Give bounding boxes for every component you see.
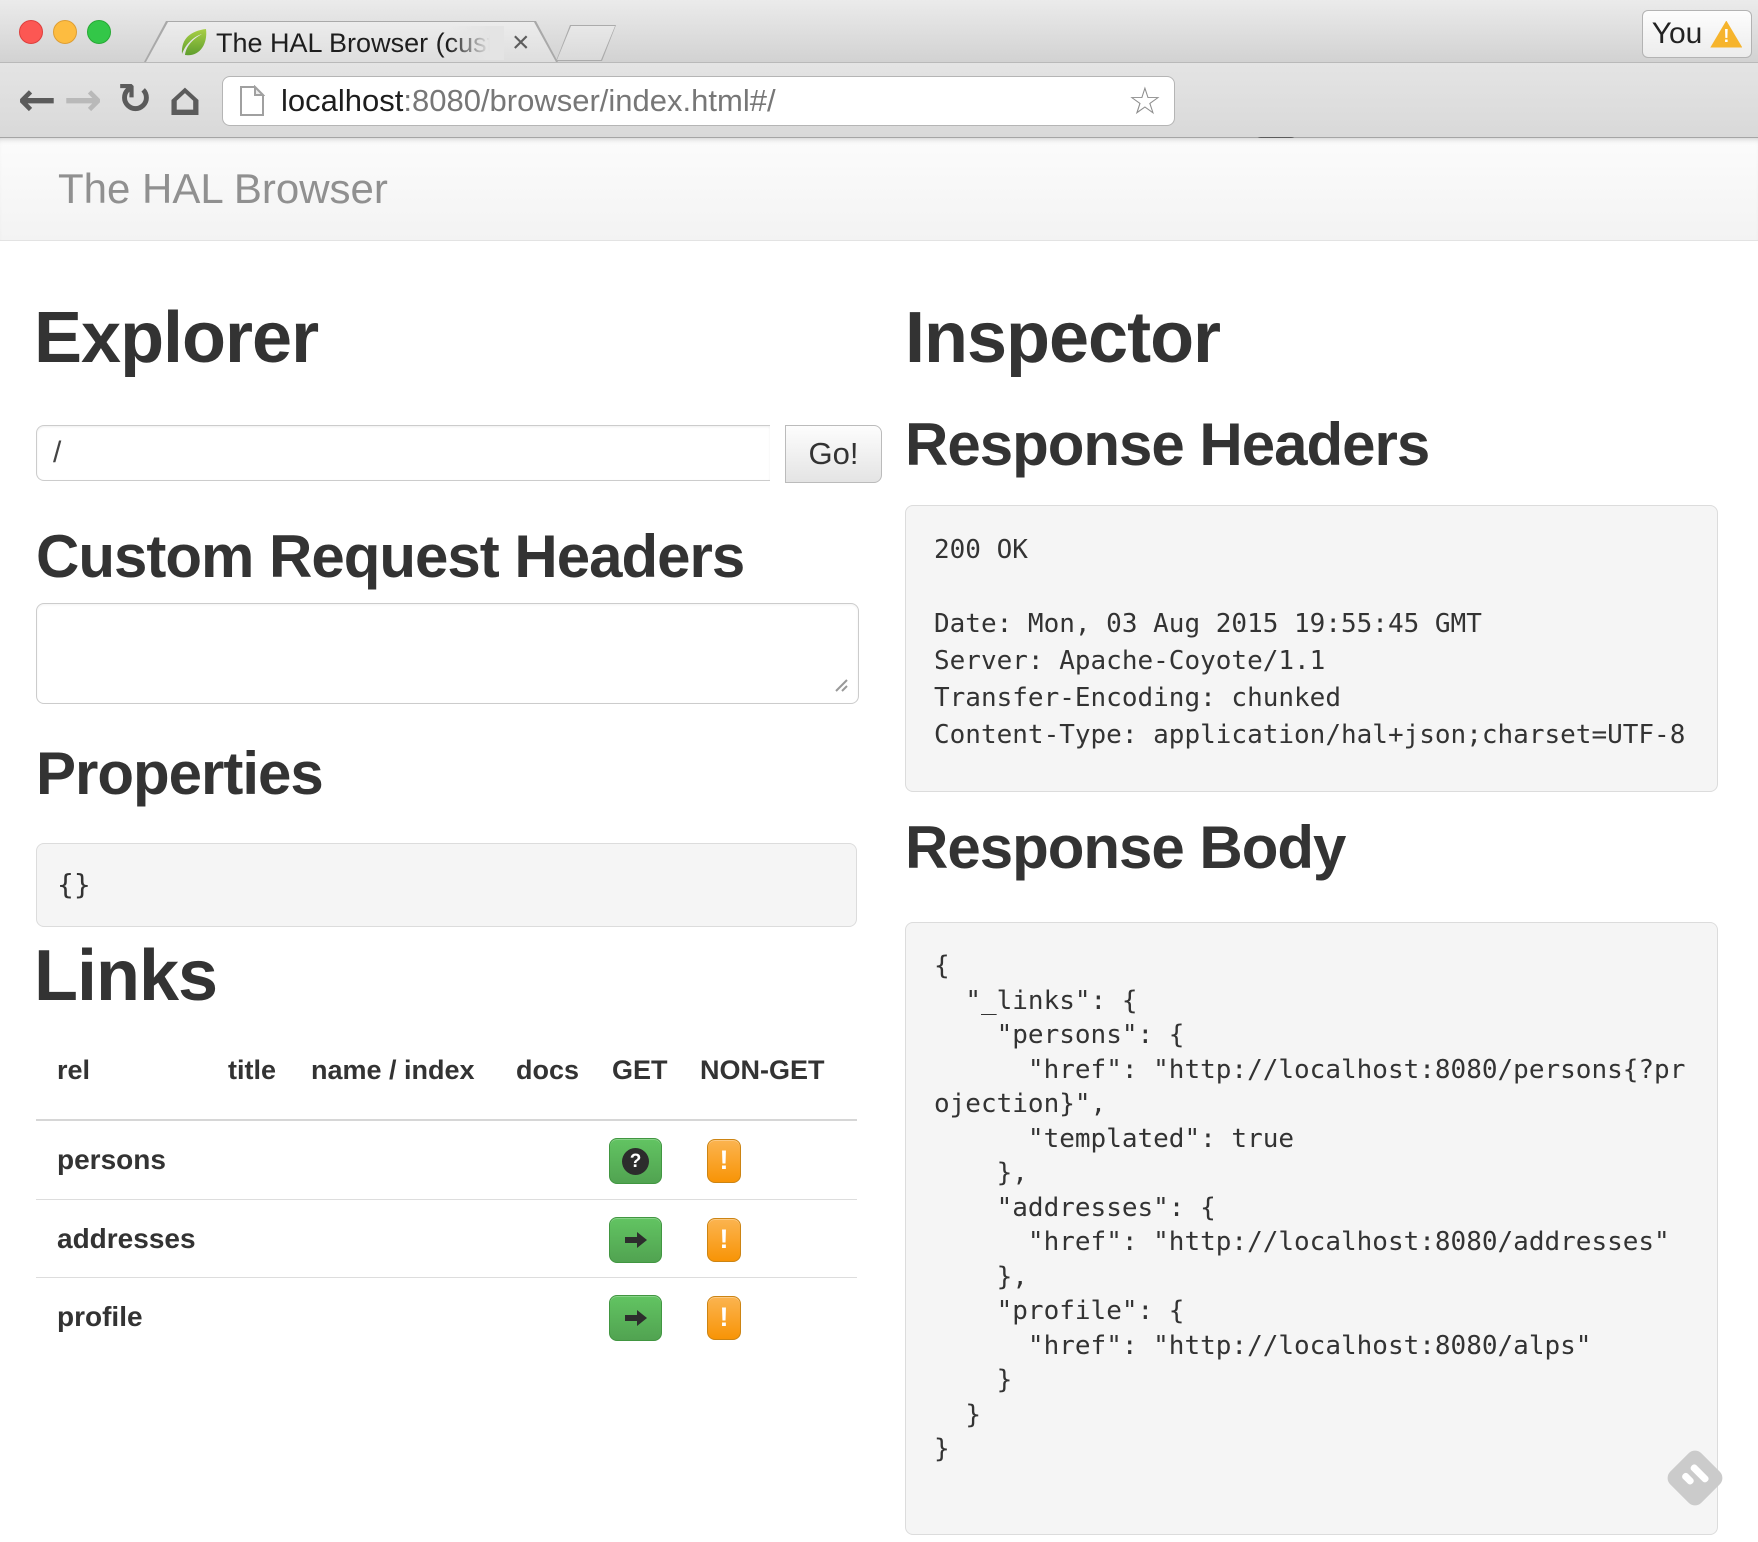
response-body-box: { "_links": { "persons": { "href": "http…: [905, 922, 1718, 1535]
table-row: profile !: [36, 1277, 857, 1356]
column-header-title: title: [228, 1055, 276, 1086]
non-get-button-persons[interactable]: !: [707, 1139, 741, 1183]
back-icon[interactable]: ←: [14, 63, 60, 137]
exclamation-icon: !: [720, 1145, 729, 1175]
profile-button[interactable]: You !: [1642, 10, 1752, 58]
column-header-docs: docs: [516, 1055, 579, 1086]
table-row: persons ? !: [36, 1121, 857, 1199]
response-headers-text: 200 OK Date: Mon, 03 Aug 2015 19:55:45 G…: [906, 506, 1717, 780]
spring-leaf-favicon: [178, 26, 210, 58]
tab-close-icon[interactable]: ×: [512, 26, 530, 60]
profile-label: You: [1652, 17, 1703, 51]
zoom-window-button[interactable]: [87, 20, 111, 44]
url-text[interactable]: localhost:8080/browser/index.html#/: [281, 83, 776, 119]
textarea-resize-grip[interactable]: [832, 676, 848, 692]
get-button-profile[interactable]: [609, 1295, 662, 1341]
browser-tab[interactable]: The HAL Browser (customiz ×: [146, 22, 556, 62]
url-path: :8080/browser/index.html#/: [403, 83, 775, 118]
table-row: addresses !: [36, 1199, 857, 1278]
inspector-heading: Inspector: [905, 302, 1220, 374]
url-host: localhost: [281, 83, 403, 118]
properties-heading: Properties: [36, 744, 323, 804]
exclamation-icon: !: [720, 1224, 729, 1254]
links-heading: Links: [34, 940, 217, 1012]
address-bar[interactable]: localhost:8080/browser/index.html#/ ☆: [222, 76, 1175, 126]
tab-strip: The HAL Browser (customiz × You !: [0, 0, 1758, 63]
arrow-right-icon: [623, 1308, 649, 1328]
warning-icon: !: [1710, 21, 1742, 48]
non-get-button-profile[interactable]: !: [707, 1296, 741, 1340]
tab-title-fade: [448, 26, 504, 60]
reload-icon[interactable]: ↻: [112, 63, 158, 137]
non-get-button-addresses[interactable]: !: [707, 1218, 741, 1262]
response-body-text: { "_links": { "persons": { "href": "http…: [906, 923, 1717, 1493]
go-button[interactable]: Go!: [785, 425, 882, 483]
column-header-rel: rel: [57, 1055, 90, 1086]
new-tab-button[interactable]: [557, 26, 615, 60]
close-window-button[interactable]: [19, 20, 43, 44]
question-circle-icon: ?: [622, 1148, 649, 1175]
column-header-name: name / index: [311, 1055, 475, 1086]
minimize-window-button[interactable]: [53, 20, 77, 44]
custom-request-headers-textarea[interactable]: [36, 603, 859, 704]
rel-label: profile: [57, 1278, 143, 1356]
browser-toolbar: ← → ↻ ⌂ localhost:8080/browser/index.htm…: [0, 63, 1758, 138]
page-icon: [239, 85, 265, 117]
get-button-persons[interactable]: ?: [609, 1138, 662, 1184]
resource-path-input[interactable]: [36, 425, 770, 481]
site-header: The HAL Browser: [0, 138, 1758, 241]
rel-label: persons: [57, 1121, 166, 1199]
arrow-right-icon: [623, 1230, 649, 1250]
bookmark-star-icon[interactable]: ☆: [1128, 79, 1162, 123]
custom-request-headers-heading: Custom Request Headers: [36, 527, 744, 587]
get-button-addresses[interactable]: [609, 1217, 662, 1263]
forward-icon[interactable]: →: [60, 63, 106, 137]
properties-value: {}: [57, 844, 91, 926]
column-header-get: GET: [612, 1055, 668, 1086]
response-headers-box: 200 OK Date: Mon, 03 Aug 2015 19:55:45 G…: [905, 505, 1718, 792]
column-header-non-get: NON-GET: [700, 1055, 825, 1086]
explorer-heading: Explorer: [34, 302, 318, 374]
response-body-heading: Response Body: [905, 818, 1345, 878]
response-headers-heading: Response Headers: [905, 415, 1429, 475]
exclamation-icon: !: [720, 1302, 729, 1332]
home-icon[interactable]: ⌂: [162, 63, 208, 137]
site-title: The HAL Browser: [58, 138, 388, 240]
properties-box: {}: [36, 843, 857, 927]
browser-window: The HAL Browser (customiz × You ! ← → ↻ …: [0, 0, 1758, 1542]
rel-label: addresses: [57, 1200, 196, 1278]
